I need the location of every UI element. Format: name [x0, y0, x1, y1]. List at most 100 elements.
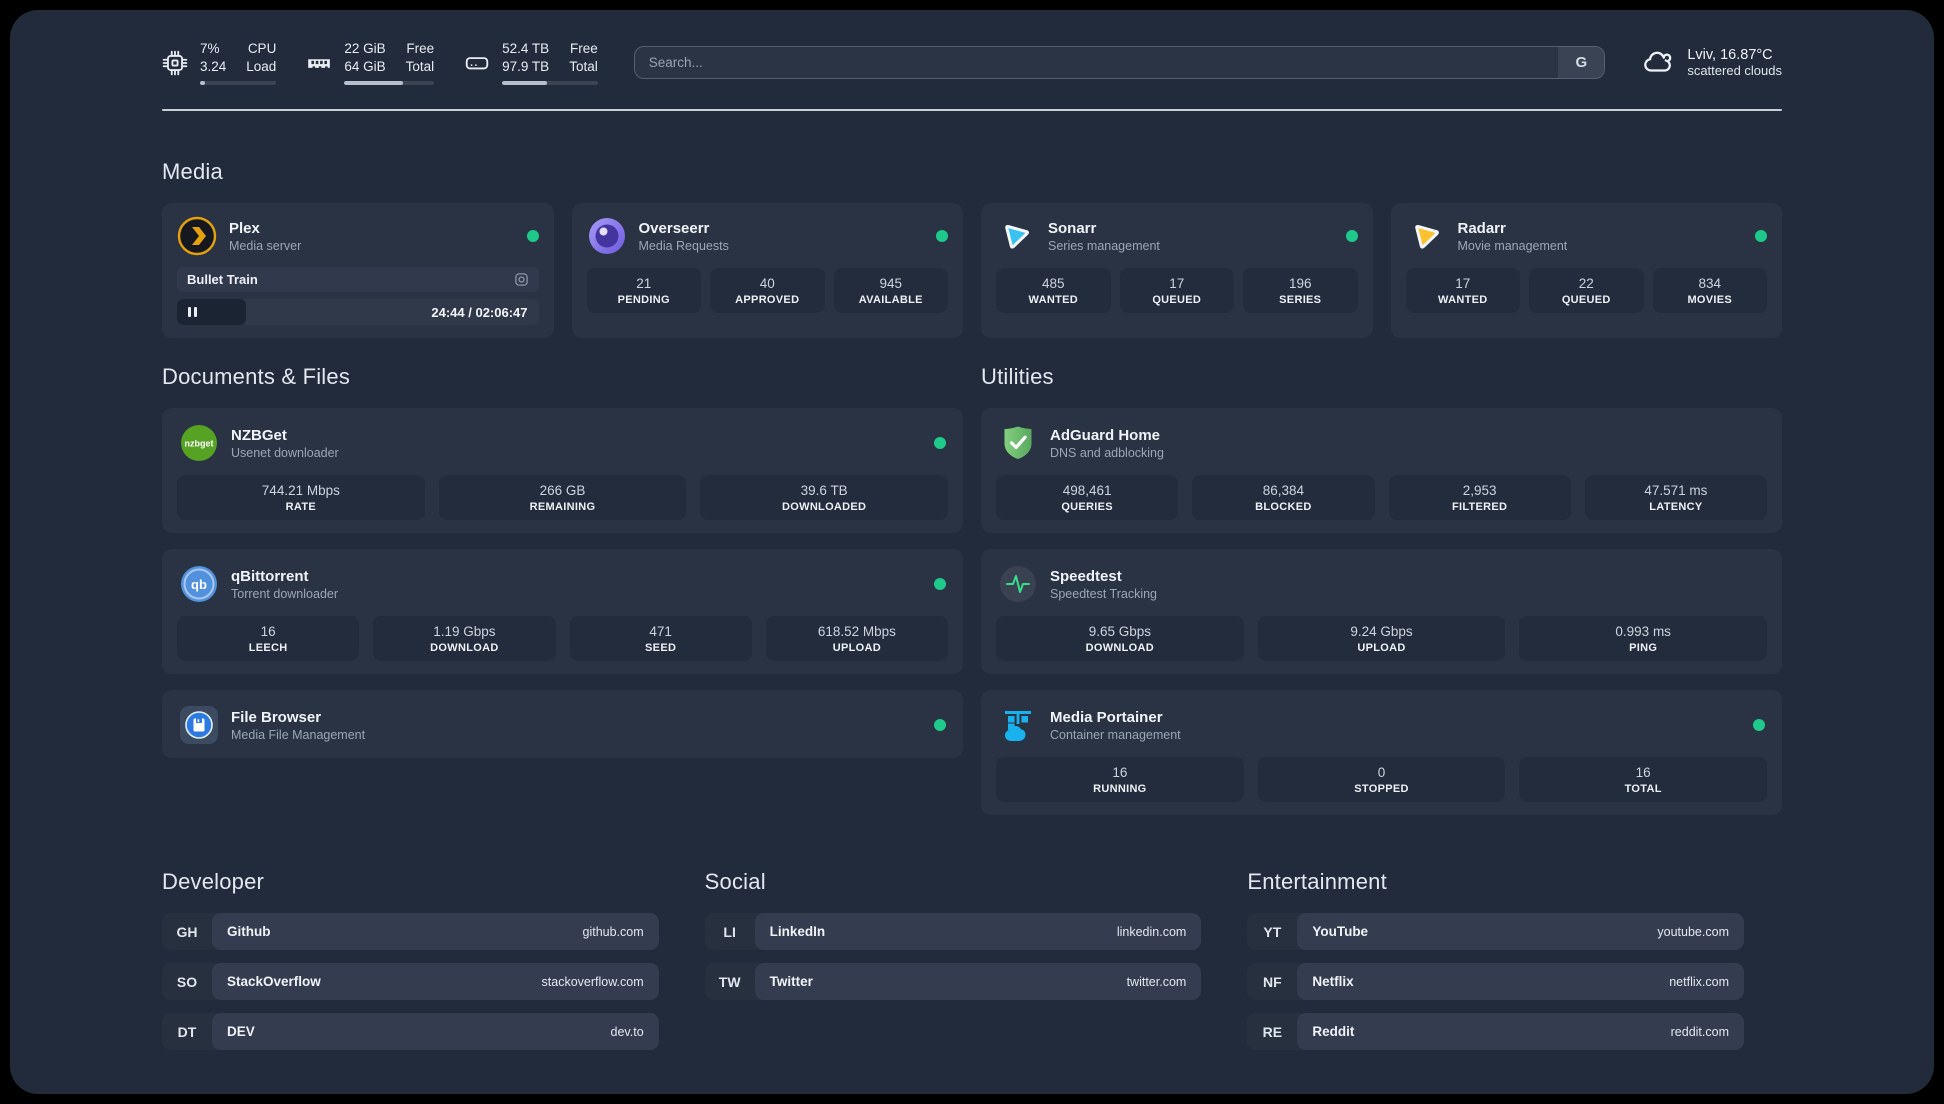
stat-tile: 485 WANTED: [996, 268, 1111, 314]
link-url: twitter.com: [1126, 974, 1187, 989]
app-name: Overseerr: [638, 219, 710, 237]
app-subtitle: Series management: [1048, 238, 1160, 253]
status-dot-online: [934, 578, 946, 591]
app-subtitle: Speedtest Tracking: [1050, 586, 1158, 601]
stat-tile: 1.19 Gbps DOWNLOAD: [373, 616, 556, 662]
stat-tile: 39.6 TB DOWNLOADED: [700, 475, 949, 521]
stat-tile: 16 LEECH: [177, 616, 360, 662]
stat-tile: 498,461 QUERIES: [996, 475, 1179, 521]
sonarr-icon: [1005, 225, 1029, 250]
memory-total-label: Total: [405, 59, 435, 75]
link-name: Reddit: [1312, 1024, 1355, 1040]
link-item-github[interactable]: GH Github github.com: [162, 913, 659, 951]
link-name: Github: [227, 924, 271, 940]
disk-widget: 52.4 TB 97.9 TB Free Total: [464, 40, 598, 86]
app-subtitle: Media File Management: [231, 727, 366, 742]
cloud-icon: [1644, 51, 1672, 72]
memory-widget: 22 GiB 64 GiB Free Total: [306, 40, 435, 86]
svg-text:nzbget: nzbget: [185, 439, 214, 449]
app-subtitle: Movie management: [1457, 238, 1568, 253]
app-card-plex[interactable]: Plex Media server Bullet Train 24:44 / 0…: [162, 203, 554, 339]
disk-free-value: 52.4 TB: [502, 41, 550, 56]
stat-tile: 9.65 Gbps DOWNLOAD: [996, 616, 1244, 662]
stat-tile: 16 TOTAL: [1519, 757, 1768, 803]
link-abbr: LI: [723, 923, 736, 940]
app-card-portainer[interactable]: Media Portainer Container management 16 …: [981, 690, 1782, 816]
link-item-stackoverflow[interactable]: SO StackOverflow stackoverflow.com: [162, 963, 659, 1001]
link-item-youtube[interactable]: YT YouTube youtube.com: [1247, 913, 1744, 951]
app-card-radarr[interactable]: Radarr Movie management 17 WANTED 22 QUE…: [1390, 203, 1782, 339]
link-url: stackoverflow.com: [541, 974, 644, 989]
cpu-load-label: Load: [246, 59, 277, 75]
app-card-overseerr[interactable]: Overseerr Media Requests 21 PENDING 40 A…: [571, 203, 963, 339]
app-subtitle: Usenet downloader: [231, 445, 339, 460]
ram-icon: [308, 58, 331, 68]
stat-tile: 17 WANTED: [1405, 268, 1520, 314]
cpu-usage-value: 7%: [200, 41, 220, 56]
link-abbr: NF: [1262, 973, 1282, 990]
stat-tile: 834 MOVIES: [1652, 268, 1767, 314]
status-dot-online: [936, 230, 948, 243]
cpu-load-value: 3.24: [200, 59, 227, 75]
playback-time: 24:44 / 02:06:47: [431, 304, 528, 320]
app-card-adguard[interactable]: AdGuard Home DNS and adblocking 498,461 …: [981, 408, 1782, 534]
link-abbr: RE: [1262, 1023, 1283, 1040]
section-title-entertainment: Entertainment: [1247, 869, 1387, 895]
disk-icon: [465, 56, 489, 70]
overseerr-icon: [588, 218, 625, 255]
app-name: NZBGet: [231, 426, 287, 444]
session-camera-icon: [514, 273, 528, 287]
link-url: youtube.com: [1657, 924, 1729, 939]
radarr-icon: [1414, 225, 1439, 250]
app-subtitle: DNS and adblocking: [1050, 445, 1164, 460]
app-name: qBittorrent: [231, 567, 309, 585]
search-input[interactable]: [634, 47, 1559, 79]
weather-widget: Lviv, 16.87°C scattered clouds: [1641, 46, 1782, 80]
section-documents: Documents & Files nzbget NZBGet Usenet d…: [162, 364, 963, 815]
app-card-filebrowser[interactable]: File Browser Media File Management: [162, 690, 963, 759]
link-item-reddit[interactable]: RE Reddit reddit.com: [1247, 1013, 1744, 1051]
search-engine-button[interactable]: G: [1558, 47, 1605, 79]
app-card-sonarr[interactable]: Sonarr Series management 485 WANTED 17 Q…: [981, 203, 1373, 339]
cpu-icon: [162, 50, 188, 76]
section-social: Social LI LinkedIn linkedin.com TW Twitt…: [704, 869, 1202, 1050]
now-playing-title: Bullet Train: [187, 272, 258, 288]
app-name: Plex: [229, 219, 260, 237]
memory-free-value: 22 GiB: [344, 41, 386, 56]
link-abbr: YT: [1263, 923, 1282, 940]
stat-tile: 22 QUEUED: [1529, 268, 1644, 314]
app-card-qbittorrent[interactable]: qb qBittorrent Torrent downloader 16 LEE…: [162, 549, 963, 675]
pause-icon: [188, 307, 197, 318]
app-card-speedtest[interactable]: Speedtest Speedtest Tracking 9.65 Gbps D…: [981, 549, 1782, 675]
app-name: Sonarr: [1048, 219, 1097, 237]
status-dot-online: [526, 230, 539, 243]
link-name: Netflix: [1312, 974, 1354, 990]
app-subtitle: Media Requests: [638, 238, 729, 253]
weather-condition: scattered clouds: [1687, 63, 1782, 79]
link-url: netflix.com: [1669, 974, 1729, 989]
status-dot-online: [934, 437, 946, 450]
stat-tile: 945 AVAILABLE: [833, 268, 948, 314]
section-entertainment: Entertainment YT YouTube youtube.com NF …: [1247, 869, 1744, 1051]
stat-tile: 266 GB REMAINING: [438, 475, 687, 521]
link-url: github.com: [582, 924, 644, 939]
link-item-dev[interactable]: DT DEV dev.to: [162, 1013, 659, 1051]
link-item-twitter[interactable]: TW Twitter twitter.com: [704, 963, 1202, 1001]
stat-tile: 47.571 ms LATENCY: [1584, 475, 1767, 521]
adguard-icon: [1004, 426, 1032, 460]
app-name: Media Portainer: [1050, 708, 1163, 726]
app-subtitle: Container management: [1050, 727, 1181, 742]
qbittorrent-icon: qb: [181, 566, 217, 603]
link-item-linkedin[interactable]: LI LinkedIn linkedin.com: [704, 913, 1202, 951]
app-card-nzbget[interactable]: nzbget NZBGet Usenet downloader 744.21 M…: [162, 408, 963, 534]
app-subtitle: Media server: [229, 238, 302, 253]
dashboard: 7% 3.24 CPU Load 22 GiB 64 GiB Free Tota…: [10, 10, 1934, 1094]
cpu-usage-label: CPU: [247, 41, 277, 56]
now-playing-row: Bullet Train: [177, 267, 539, 293]
link-item-netflix[interactable]: NF Netflix netflix.com: [1247, 963, 1744, 1001]
stat-tile: 744.21 Mbps RATE: [177, 475, 425, 521]
stat-tile: 9.24 Gbps UPLOAD: [1257, 616, 1506, 662]
link-name: LinkedIn: [769, 924, 826, 940]
app-name: AdGuard Home: [1050, 426, 1161, 444]
app-name: Speedtest: [1050, 567, 1122, 585]
